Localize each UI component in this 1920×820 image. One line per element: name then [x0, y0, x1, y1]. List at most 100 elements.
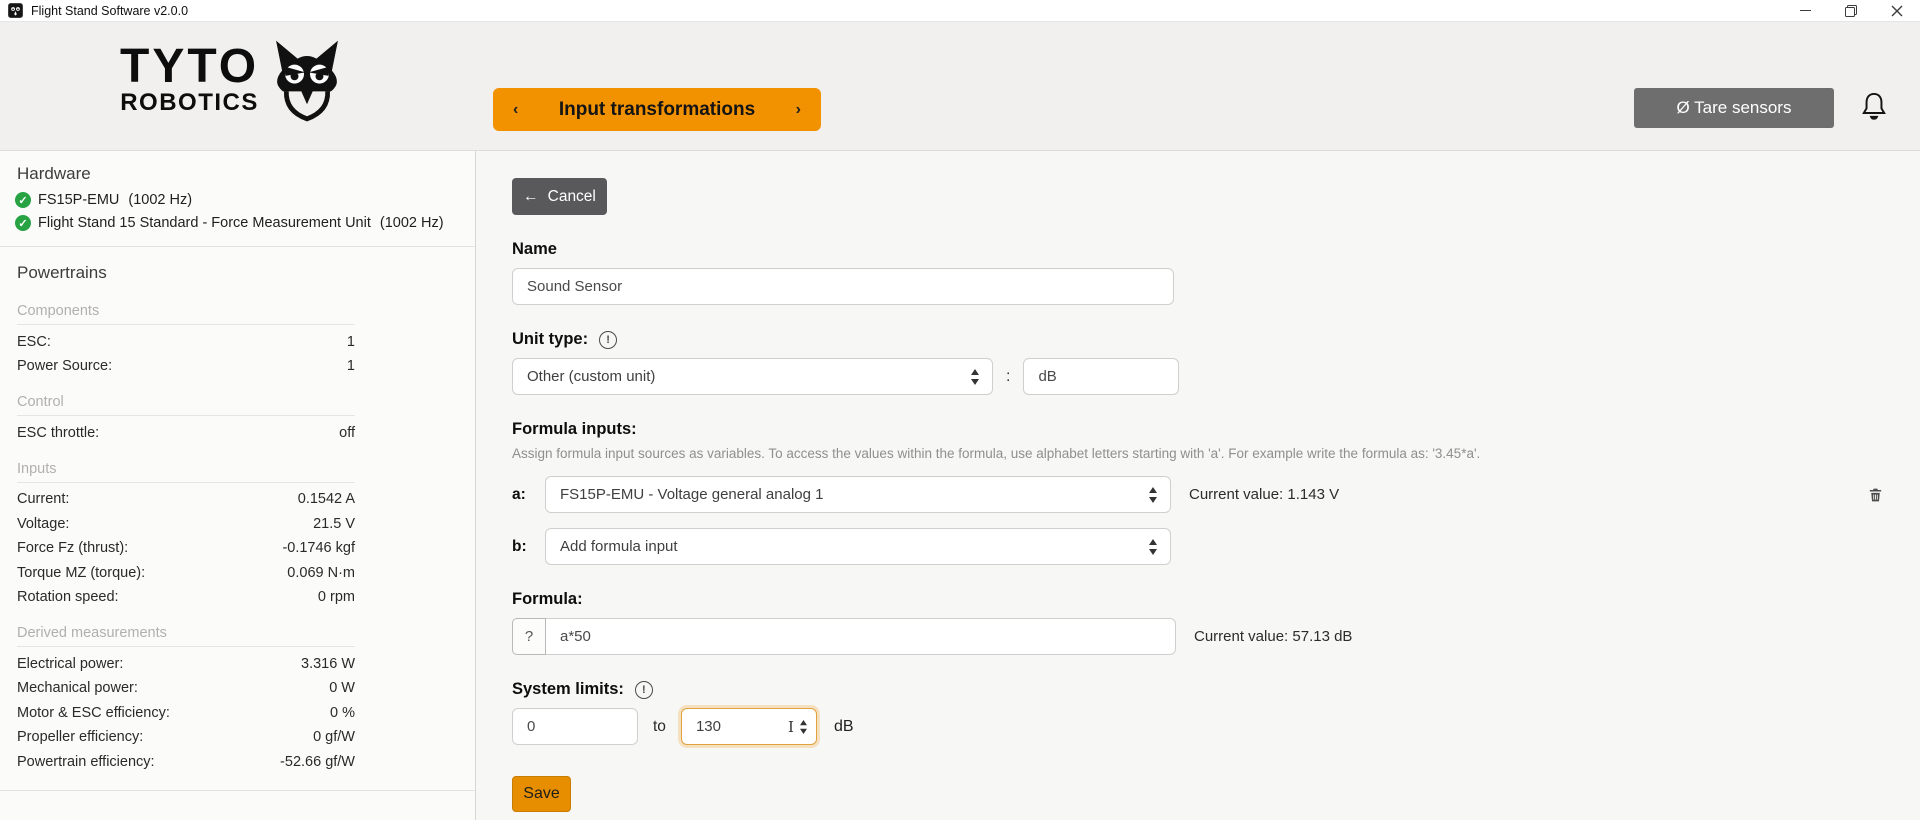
hardware-device: ✓ FS15P-EMU (1002 Hz): [15, 192, 475, 208]
stat-label: Powertrain efficiency:: [17, 754, 155, 770]
tare-sensors-button[interactable]: Ø Tare sensors: [1634, 88, 1834, 128]
formula-input-select-a[interactable]: FS15P-EMU - Voltage general analog 1: [545, 476, 1171, 513]
sidebar: Hardware ✓ FS15P-EMU (1002 Hz) ✓ Flight …: [0, 151, 476, 820]
nav-next-icon[interactable]: ›: [796, 101, 801, 119]
stat-row: Rotation speed: 0 rpm: [17, 589, 355, 605]
check-icon: ✓: [15, 215, 31, 231]
restore-button[interactable]: [1828, 0, 1874, 21]
logo-line1: TYTO: [120, 45, 259, 89]
window-controls: [1782, 0, 1920, 21]
unit-separator: :: [1006, 368, 1010, 386]
name-input[interactable]: [512, 268, 1174, 305]
bell-icon: [1858, 90, 1890, 124]
group-title-components: Components: [17, 303, 355, 325]
system-limits-row: to 130 I dB: [512, 708, 1884, 745]
stat-row: Electrical power: 3.316 W: [17, 656, 355, 672]
cancel-button[interactable]: ← Cancel: [512, 178, 607, 215]
close-icon: [1891, 5, 1903, 17]
select-arrows-icon: [1148, 487, 1158, 503]
stat-row: ESC throttle: off: [17, 425, 355, 441]
formula-help-button[interactable]: ?: [512, 618, 546, 655]
stat-value: 21.5 V: [313, 516, 355, 532]
app-icon: [8, 3, 23, 18]
sidebar-divider: [0, 790, 475, 791]
formula-input-select-b[interactable]: Add formula input: [545, 528, 1171, 565]
formula-row: ? Current value: 57.13 dB: [512, 618, 1884, 655]
formula-inputs-description: Assign formula input sources as variable…: [512, 446, 1884, 461]
info-icon[interactable]: !: [635, 681, 653, 699]
stat-value: 3.316 W: [301, 656, 355, 672]
formula-input-selected-a: FS15P-EMU - Voltage general analog 1: [560, 486, 824, 503]
group-title-control: Control: [17, 394, 355, 416]
stat-value: 1: [347, 334, 355, 350]
stat-row: ESC: 1: [17, 334, 355, 350]
stat-value: 1: [347, 358, 355, 374]
logo-line2: ROBOTICS: [120, 89, 259, 117]
text-cursor-icon: I: [788, 718, 794, 736]
device-name: FS15P-EMU: [38, 192, 119, 208]
owl-logo-icon: [263, 38, 351, 124]
window-title: Flight Stand Software v2.0.0: [31, 4, 188, 18]
stat-label: Power Source:: [17, 358, 112, 374]
logo-text: TYTO ROBOTICS: [120, 45, 259, 117]
unit-type-select[interactable]: Other (custom unit): [512, 358, 993, 395]
limits-to-text: to: [653, 718, 666, 736]
stat-label: Electrical power:: [17, 656, 123, 672]
close-button[interactable]: [1874, 0, 1920, 21]
notifications-button[interactable]: [1858, 90, 1890, 127]
group-title-derived: Derived measurements: [17, 625, 355, 647]
group-title-inputs: Inputs: [17, 461, 355, 483]
stat-row: Voltage: 21.5 V: [17, 516, 355, 532]
stat-label: Mechanical power:: [17, 680, 138, 696]
stat-label: Motor & ESC efficiency:: [17, 705, 170, 721]
device-rate: (1002 Hz): [380, 215, 444, 231]
check-icon: ✓: [15, 192, 31, 208]
delete-transformation-button[interactable]: [1867, 486, 1884, 507]
stat-label: ESC:: [17, 334, 51, 350]
limit-min-input[interactable]: [512, 708, 638, 745]
stat-value: 0.069 N·m: [287, 565, 355, 581]
formula-input[interactable]: [546, 618, 1176, 655]
back-arrow-icon: ←: [523, 188, 539, 206]
info-icon[interactable]: !: [599, 331, 617, 349]
custom-unit-input[interactable]: [1023, 358, 1179, 395]
system-limits-label-text: System limits:: [512, 680, 624, 699]
select-arrows-icon: [1148, 539, 1158, 555]
stat-value: off: [339, 425, 355, 441]
formula-field-group: ?: [512, 618, 1176, 655]
stat-label: Torque MZ (torque):: [17, 565, 145, 581]
formula-inputs-label: Formula inputs:: [512, 420, 1884, 439]
number-spinner-icon[interactable]: [799, 720, 808, 734]
stat-value: -52.66 gf/W: [280, 754, 355, 770]
formula-input-row-b: b: Add formula input: [512, 528, 1884, 565]
device-name: Flight Stand 15 Standard - Force Measure…: [38, 215, 371, 231]
stat-value: 0 rpm: [318, 589, 355, 605]
select-arrows-icon: [970, 369, 980, 385]
stat-label: Rotation speed:: [17, 589, 119, 605]
stat-row: Propeller efficiency: 0 gf/W: [17, 729, 355, 745]
variable-label-a: a:: [512, 486, 545, 504]
nav-prev-icon[interactable]: ‹: [513, 101, 518, 119]
unit-type-row: Other (custom unit) :: [512, 358, 1884, 395]
stat-value: 0 %: [330, 705, 355, 721]
save-button[interactable]: Save: [512, 776, 571, 812]
cancel-label: Cancel: [548, 188, 596, 206]
stat-label: Force Fz (thrust):: [17, 540, 128, 556]
minimize-button[interactable]: [1782, 0, 1828, 21]
input-transformation-form: ← Cancel Name Unit type: ! Other (custom…: [476, 151, 1920, 820]
page-body: Hardware ✓ FS15P-EMU (1002 Hz) ✓ Flight …: [0, 150, 1920, 820]
tare-sensors-label: Ø Tare sensors: [1677, 98, 1792, 118]
current-value-a: Current value: 1.143 V: [1189, 486, 1339, 503]
limit-max-input[interactable]: 130 I: [681, 708, 817, 745]
titlebar: Flight Stand Software v2.0.0: [0, 0, 1920, 22]
minimize-icon: [1800, 10, 1811, 11]
help-icon: ?: [525, 628, 533, 645]
powertrains-section-title: Powertrains: [17, 263, 475, 283]
stat-row: Powertrain efficiency: -52.66 gf/W: [17, 754, 355, 770]
stat-label: Voltage:: [17, 516, 69, 532]
hardware-section-title: Hardware: [17, 164, 475, 184]
stat-value: 0 W: [329, 680, 355, 696]
input-transformations-nav[interactable]: ‹ Input transformations ›: [493, 88, 821, 131]
nav-page-title: Input transformations: [559, 99, 755, 121]
unit-type-label-text: Unit type:: [512, 330, 588, 349]
